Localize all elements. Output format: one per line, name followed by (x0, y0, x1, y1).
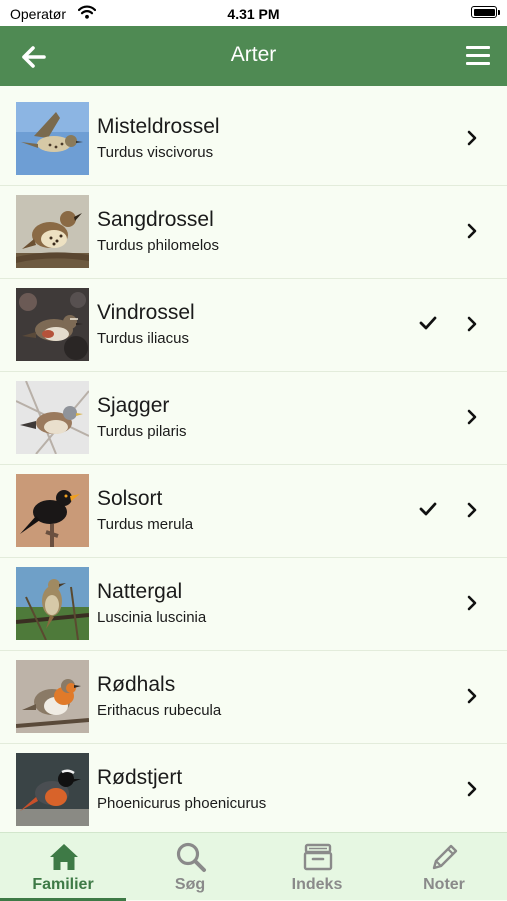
species-row-sangdrossel[interactable]: Sangdrossel Turdus philomelos (0, 186, 507, 279)
bird-photo (16, 567, 89, 640)
bird-photo (16, 102, 89, 175)
species-name: Solsort (97, 487, 163, 510)
chevron-right-icon (467, 316, 477, 332)
battery-tip (498, 10, 500, 15)
species-latin-name: Turdus philomelos (97, 237, 219, 254)
bird-photo (16, 660, 89, 733)
species-name: Sjagger (97, 394, 170, 417)
species-name: Rødhals (97, 673, 176, 696)
tab-label: Noter (423, 876, 465, 893)
species-name: Rødstjert (97, 766, 183, 789)
checkmark-icon (419, 502, 437, 516)
chevron-right-icon (467, 781, 477, 797)
species-latin-name: Erithacus rubecula (97, 702, 222, 719)
status-bar: Operatør 4.31 PM (0, 0, 507, 26)
species-list: Misteldrossel Turdus viscivorus Sangdros… (0, 93, 507, 837)
pencil-icon (432, 844, 458, 870)
tab-label: Søg (174, 876, 206, 893)
tab-indeks[interactable]: Indeks (254, 833, 380, 901)
tab-familier[interactable]: Familier (0, 833, 126, 901)
navigation-bar: Arter (0, 26, 507, 86)
species-row-rodstjert[interactable]: Rødstjert Phoenicurus phoenicurus (0, 744, 507, 837)
species-latin-name: Turdus merula (97, 516, 194, 533)
species-latin-name: Turdus iliacus (97, 330, 189, 347)
hamburger-menu-icon[interactable] (463, 41, 493, 71)
species-row-nattergal[interactable]: Nattergal Luscinia luscinia (0, 558, 507, 651)
chevron-right-icon (467, 409, 477, 425)
home-icon (50, 844, 78, 870)
chevron-right-icon (467, 502, 477, 518)
clock: 4.31 PM (227, 6, 280, 22)
page-title: Arter (230, 43, 277, 66)
species-latin-name: Luscinia luscinia (97, 609, 207, 626)
species-name: Misteldrossel (97, 115, 220, 138)
species-row-solsort[interactable]: Solsort Turdus merula (0, 465, 507, 558)
species-row-rodhals[interactable]: Rødhals Erithacus rubecula (0, 651, 507, 744)
chevron-right-icon (467, 130, 477, 146)
tab-bar: Familier Søg Indeks Noter (0, 832, 507, 901)
chevron-right-icon (467, 223, 477, 239)
archive-icon (303, 843, 333, 871)
checkmark-icon (419, 316, 437, 330)
tab-label: Familier (32, 876, 94, 893)
species-name: Vindrossel (97, 301, 195, 324)
species-latin-name: Phoenicurus phoenicurus (97, 795, 267, 812)
bird-photo (16, 474, 89, 547)
species-row-sjagger[interactable]: Sjagger Turdus pilaris (0, 372, 507, 465)
species-latin-name: Turdus viscivorus (97, 144, 214, 161)
species-latin-name: Turdus pilaris (97, 423, 187, 440)
chevron-right-icon (467, 595, 477, 611)
chevron-right-icon (467, 688, 477, 704)
bird-photo (16, 195, 89, 268)
bird-photo (16, 753, 89, 826)
tab-noter[interactable]: Noter (381, 833, 507, 901)
battery-icon (471, 6, 497, 18)
search-icon (176, 842, 206, 872)
species-row-misteldrossel[interactable]: Misteldrossel Turdus viscivorus (0, 93, 507, 186)
species-name: Sangdrossel (97, 208, 214, 231)
bird-photo (16, 288, 89, 361)
species-name: Nattergal (97, 580, 183, 603)
tab-label: Indeks (291, 876, 343, 893)
tab-sog[interactable]: Søg (127, 833, 253, 901)
bird-photo (16, 381, 89, 454)
species-row-vindrossel[interactable]: Vindrossel Turdus iliacus (0, 279, 507, 372)
